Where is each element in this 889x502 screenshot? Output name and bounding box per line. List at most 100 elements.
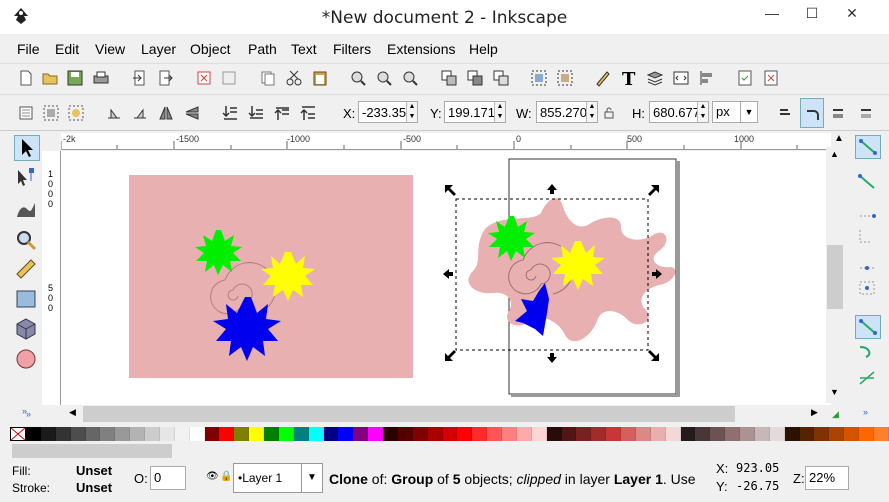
color-swatch[interactable] <box>249 427 264 441</box>
snap-path-toggle[interactable] <box>855 341 881 365</box>
color-swatch[interactable] <box>621 427 636 441</box>
no-paint-swatch[interactable] <box>10 427 26 441</box>
raise-to-top-icon[interactable] <box>299 104 317 122</box>
color-swatch[interactable] <box>55 427 71 441</box>
rotate-ccw-icon[interactable] <box>105 104 123 122</box>
color-swatch[interactable] <box>725 427 740 441</box>
color-swatch[interactable] <box>145 427 160 441</box>
snap-bbox-edge-toggle[interactable] <box>855 199 881 223</box>
xml-editor-icon[interactable] <box>672 69 690 87</box>
color-swatch[interactable] <box>85 427 101 441</box>
select-all-icon[interactable] <box>17 104 35 122</box>
document-properties-icon[interactable] <box>736 69 754 87</box>
color-swatch[interactable] <box>844 427 859 441</box>
y-field[interactable]: 199.171 ▲ ▼ <box>444 101 506 123</box>
color-swatch[interactable] <box>174 427 190 441</box>
color-swatch[interactable] <box>650 427 666 441</box>
fill-value[interactable]: Unset <box>76 463 112 478</box>
color-swatch[interactable] <box>635 427 651 441</box>
minimize-button[interactable]: — <box>752 0 792 30</box>
snap-center-toggle[interactable] <box>855 277 881 301</box>
lower-icon[interactable] <box>247 104 265 122</box>
w-spin-arrows[interactable]: ▲ ▼ <box>586 102 597 122</box>
color-swatch[interactable] <box>740 427 755 441</box>
save-icon[interactable] <box>66 69 84 87</box>
color-swatch[interactable] <box>695 427 711 441</box>
selector-tool[interactable] <box>14 135 40 161</box>
cut-icon[interactable] <box>285 69 303 87</box>
scroll-left-icon[interactable]: ◀ <box>69 407 76 418</box>
3d-box-tool[interactable] <box>14 317 40 343</box>
unlink-clone-icon[interactable] <box>492 69 510 87</box>
color-swatch[interactable] <box>799 427 815 441</box>
menu-layer[interactable]: Layer <box>141 41 176 57</box>
measure-tool[interactable] <box>14 257 40 283</box>
color-swatch[interactable] <box>264 427 279 441</box>
color-swatch[interactable] <box>591 427 607 441</box>
stroke-value[interactable]: Unset <box>76 480 112 495</box>
x-field[interactable]: -233.35 ▲ ▼ <box>358 101 418 123</box>
more-snaps-icon[interactable]: » <box>863 407 868 417</box>
flip-horizontal-icon[interactable] <box>157 104 175 122</box>
color-swatch[interactable] <box>546 427 562 441</box>
menu-file[interactable]: File <box>17 41 40 57</box>
color-swatch[interactable] <box>189 427 205 441</box>
color-swatch[interactable] <box>576 427 592 441</box>
w-field[interactable]: 855.270 ▲ ▼ <box>536 101 598 123</box>
redo-icon[interactable] <box>220 69 238 87</box>
scroll-up-icon[interactable]: ▲ <box>830 149 839 159</box>
color-swatch[interactable] <box>383 427 398 441</box>
color-swatch[interactable] <box>293 427 309 441</box>
menu-view[interactable]: View <box>95 41 125 57</box>
color-swatch[interactable] <box>130 427 145 441</box>
color-swatch[interactable] <box>219 427 235 441</box>
paste-icon[interactable] <box>311 69 329 87</box>
color-swatch[interactable] <box>502 427 517 441</box>
color-swatch[interactable] <box>754 427 770 441</box>
snap-midpoint-toggle[interactable] <box>855 251 881 275</box>
menu-extensions[interactable]: Extensions <box>387 41 455 57</box>
color-swatch[interactable] <box>829 427 845 441</box>
select-all-layers-icon[interactable] <box>42 104 60 122</box>
h-spin-arrows[interactable]: ▲ ▼ <box>697 102 708 122</box>
color-swatch[interactable] <box>40 427 56 441</box>
color-swatch[interactable] <box>323 427 339 441</box>
rectangle-tool[interactable] <box>14 287 40 313</box>
zoom-drawing-icon[interactable] <box>375 69 393 87</box>
maximize-button[interactable]: ☐ <box>792 0 832 30</box>
text-font-icon[interactable]: T <box>620 69 638 87</box>
color-swatch[interactable] <box>487 427 502 441</box>
color-swatch[interactable] <box>769 427 785 441</box>
color-swatch[interactable] <box>859 427 874 441</box>
color-swatch[interactable] <box>665 427 681 441</box>
snap-nodes-toggle[interactable] <box>855 315 881 339</box>
clone-icon[interactable] <box>466 69 484 87</box>
scale-corners-toggle[interactable] <box>800 98 824 128</box>
scroll-right-icon[interactable]: ▶ <box>811 407 818 418</box>
color-swatch[interactable] <box>308 427 324 441</box>
expand-icon[interactable]: » <box>26 409 31 419</box>
move-gradients-icon[interactable] <box>830 104 848 122</box>
copy-icon[interactable] <box>259 69 277 87</box>
undo-icon[interactable] <box>195 69 213 87</box>
vertical-scroll-thumb[interactable] <box>827 245 843 309</box>
move-patterns-icon[interactable] <box>858 104 876 122</box>
vertical-scrollbar[interactable]: ▲ ▼ <box>826 147 844 403</box>
color-swatch[interactable] <box>100 427 116 441</box>
menu-object[interactable]: Object <box>190 41 230 57</box>
eye-icon[interactable]: 👁 <box>206 471 219 482</box>
color-swatch[interactable] <box>338 427 354 441</box>
opacity-field[interactable]: 0 <box>150 466 186 490</box>
color-swatch[interactable] <box>159 427 175 441</box>
color-swatch[interactable] <box>457 427 473 441</box>
print-icon[interactable] <box>92 69 110 87</box>
color-swatch[interactable] <box>397 427 413 441</box>
color-swatch[interactable] <box>472 427 488 441</box>
snap-enable-toggle[interactable] <box>855 135 881 159</box>
menu-help[interactable]: Help <box>469 41 498 57</box>
color-swatch[interactable] <box>561 427 577 441</box>
group-icon[interactable] <box>530 69 548 87</box>
layer-select[interactable]: •Layer 1 ▼ <box>233 463 323 493</box>
zoom-tool[interactable] <box>14 228 40 254</box>
x-spin-arrows[interactable]: ▲ ▼ <box>406 102 417 122</box>
